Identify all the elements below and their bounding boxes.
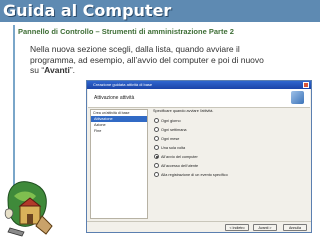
radio-selected-icon[interactable] (154, 154, 159, 159)
option-evento-specifico[interactable]: Alla registrazione di un evento specific… (154, 172, 228, 179)
option-ogni-settimana[interactable]: Ogni settimana (154, 127, 187, 134)
wizard-window-title: Creazione guidata attività di base (93, 82, 153, 87)
body-line-3-bold: Avanti (44, 65, 70, 75)
radio-icon[interactable] (154, 118, 159, 123)
title-bar: Guida al Computer (0, 0, 320, 22)
page-title: Guida al Computer (3, 1, 172, 20)
wizard-steps-panel: Crea un'attività di base Attivazione Azi… (90, 109, 148, 219)
wizard-title-bar: Creazione guidata attività di base (87, 81, 311, 89)
option-label: Ogni giorno (161, 119, 181, 123)
body-line-3-prefix: su “ (30, 65, 45, 75)
radio-icon[interactable] (154, 163, 159, 168)
radio-icon[interactable] (154, 136, 159, 141)
option-label: All'accesso dell'utente (161, 164, 199, 168)
wizard-header-title: Attivazione attività (94, 95, 135, 101)
radio-icon[interactable] (154, 145, 159, 150)
body-line-3-suffix: ”. (69, 65, 76, 75)
option-ogni-mese[interactable]: Ogni mese (154, 136, 179, 143)
option-label: Alla registrazione di un evento specific… (161, 173, 228, 177)
next-button[interactable]: Avanti > (253, 224, 277, 231)
body-line-1: Nella nuova sezione scegli, dalla lista,… (30, 44, 240, 54)
option-label: Ogni mese (161, 137, 180, 141)
body-line-2: programma, ad esempio, all’avvio del com… (30, 54, 264, 65)
option-ogni-giorno[interactable]: Ogni giorno (154, 118, 181, 125)
slide: Guida al Computer Pannello di Controllo … (0, 0, 320, 240)
wizard-window: Creazione guidata attività di base Attiv… (86, 80, 312, 233)
accent-line (13, 25, 15, 197)
radio-icon[interactable] (154, 127, 159, 132)
option-label: Una sola volta (161, 146, 186, 150)
back-button[interactable]: < Indietro (225, 224, 249, 231)
option-una-sola-volta[interactable]: Una sola volta (154, 145, 185, 152)
slide-subtitle: Pannello di Controllo – Strumenti di amm… (18, 27, 234, 36)
task-icon (291, 91, 304, 104)
trigger-question: Specificare quando avviare l'attività. (153, 109, 214, 113)
body-line-3: su “Avanti”. (30, 65, 300, 76)
option-label: Ogni settimana (161, 128, 187, 132)
radio-icon[interactable] (154, 172, 159, 177)
option-accesso-utente[interactable]: All'accesso dell'utente (154, 163, 198, 170)
option-label: All'avvio del computer (161, 155, 198, 159)
wizard-footer: < Indietro Avanti > Annulla (87, 221, 311, 233)
cancel-button[interactable]: Annulla (283, 224, 307, 231)
option-avvio-computer[interactable]: All'avvio del computer (154, 154, 198, 161)
slide-body-text: Nella nuova sezione scegli, dalla lista,… (30, 44, 300, 76)
close-icon[interactable] (303, 82, 309, 88)
school-logo (4, 181, 53, 237)
wizard-header: Attivazione attività (88, 89, 310, 108)
step-item-fine[interactable]: Fine (91, 128, 147, 134)
trigger-options-panel: Specificare quando avviare l'attività. O… (151, 109, 309, 219)
